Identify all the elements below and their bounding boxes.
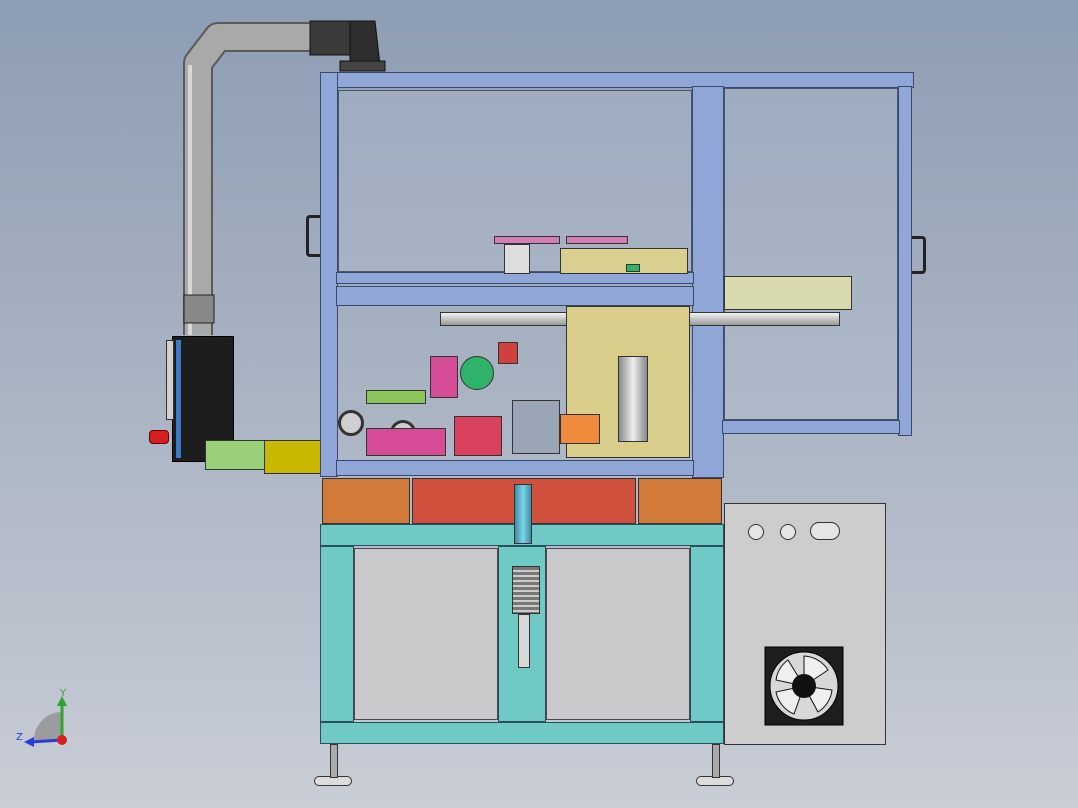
emergency-stop-button[interactable] — [149, 430, 169, 444]
frame-top-rail — [320, 72, 914, 88]
y-axis-label: Y — [59, 688, 67, 699]
pendant-stripe-blue — [176, 340, 181, 458]
slide-extension-housing — [724, 276, 852, 310]
z-axis-label: Z — [16, 732, 23, 743]
red-block — [498, 342, 518, 364]
orange-band-right — [638, 478, 722, 524]
grey-fixture-block — [512, 400, 560, 454]
frame-shelf-rail-lower — [336, 286, 694, 306]
base-bottom-rail — [320, 722, 724, 744]
cooling-fan-icon — [764, 646, 844, 726]
red-fixture-block — [454, 416, 502, 456]
cabinet-switch[interactable] — [810, 522, 840, 540]
drive-pulley-left — [338, 410, 364, 436]
cad-assembly-viewport[interactable]: Y Z — [0, 0, 1078, 808]
upper-green-marker — [626, 264, 640, 272]
feed-chute-yellow — [264, 440, 324, 474]
pendant-side-trim — [166, 340, 174, 420]
coordinate-triad[interactable]: Y Z — [12, 688, 82, 758]
upper-cylinder — [504, 244, 530, 274]
vertical-actuator — [514, 484, 532, 544]
upper-fixture-base — [560, 248, 688, 274]
green-base-bar — [366, 390, 426, 404]
frame-center-post — [692, 86, 724, 478]
door-handle-right[interactable] — [912, 236, 926, 274]
frame-right-lower-rail — [722, 420, 900, 434]
leveling-foot-stem-right — [712, 744, 720, 778]
leveling-foot-stem-left — [330, 744, 338, 778]
base-panel-right — [546, 548, 690, 720]
cabinet-indicator-1[interactable] — [748, 524, 764, 540]
orange-band-left — [322, 478, 410, 524]
motor-shaft — [518, 614, 530, 668]
magenta-bracket — [430, 356, 458, 398]
green-motor-disc — [460, 356, 494, 390]
side-guard-window — [724, 88, 898, 420]
door-handle-left[interactable] — [306, 215, 320, 257]
feed-chute-green — [205, 440, 267, 470]
pneumatic-cylinder — [618, 356, 648, 442]
upper-fixture-plate-2 — [566, 236, 628, 244]
cabinet-indicator-2[interactable] — [780, 524, 796, 540]
frame-bottom-rail — [336, 460, 694, 476]
frame-right-post — [898, 86, 912, 436]
upper-fixture-plate — [494, 236, 560, 244]
base-panel-left — [354, 548, 498, 720]
base-left-post — [320, 546, 354, 722]
magenta-base-plate — [366, 428, 446, 456]
orange-fixture-block — [560, 414, 600, 444]
base-right-post — [690, 546, 724, 722]
stepper-motor — [512, 566, 540, 614]
